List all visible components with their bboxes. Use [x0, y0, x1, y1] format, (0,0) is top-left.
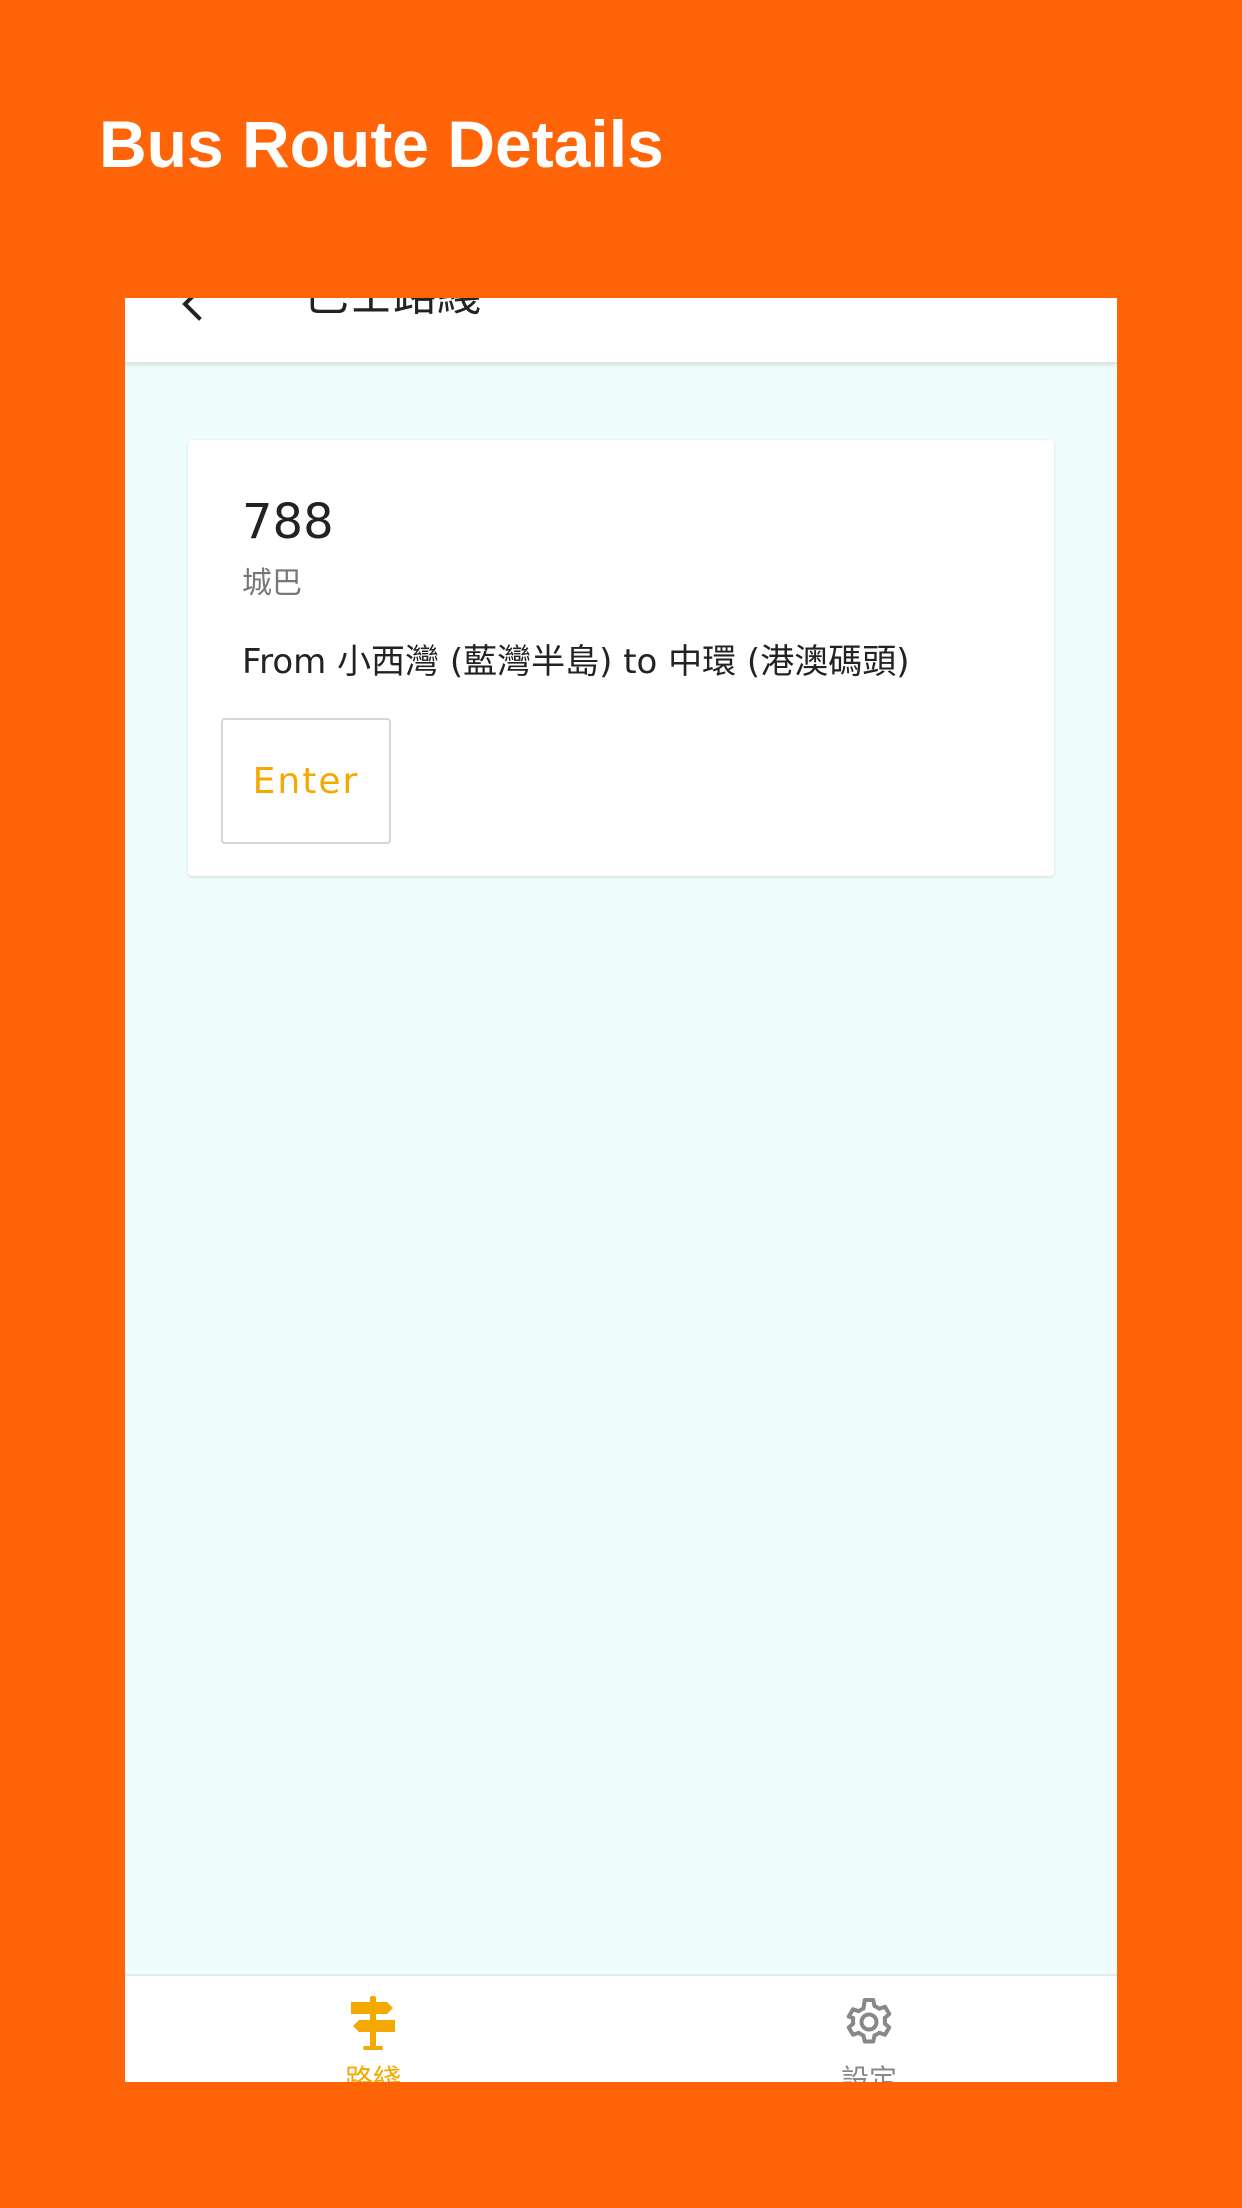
nav-label-settings: 設定: [840, 2063, 897, 2082]
route-company: 城巴: [242, 566, 302, 601]
nav-item-settings[interactable]: 設定: [621, 1976, 1117, 2082]
route-description: From 小西灣 (藍灣半島) to 中環 (港澳碼頭): [242, 642, 910, 682]
page-title: Bus Route Details: [99, 107, 664, 181]
nav-label-routes: 路綫: [344, 2063, 401, 2082]
enter-button[interactable]: Enter: [221, 718, 391, 844]
signpost-icon: [351, 1996, 395, 2050]
phone-screen: 巴士路綫 788 城巴 From 小西灣 (藍灣半島) to 中環 (港澳碼頭)…: [125, 298, 1117, 2082]
route-number: 788: [242, 494, 334, 550]
gear-icon: [846, 1998, 892, 2044]
app-bar: 巴士路綫: [125, 298, 1117, 363]
app-bar-title: 巴士路綫: [305, 298, 481, 336]
route-card: 788 城巴 From 小西灣 (藍灣半島) to 中環 (港澳碼頭) Ente…: [188, 440, 1054, 876]
nav-item-routes[interactable]: 路綫: [125, 1976, 621, 2082]
chevron-left-icon[interactable]: [175, 298, 211, 322]
bottom-nav: 路綫 設定: [125, 1974, 1117, 2082]
